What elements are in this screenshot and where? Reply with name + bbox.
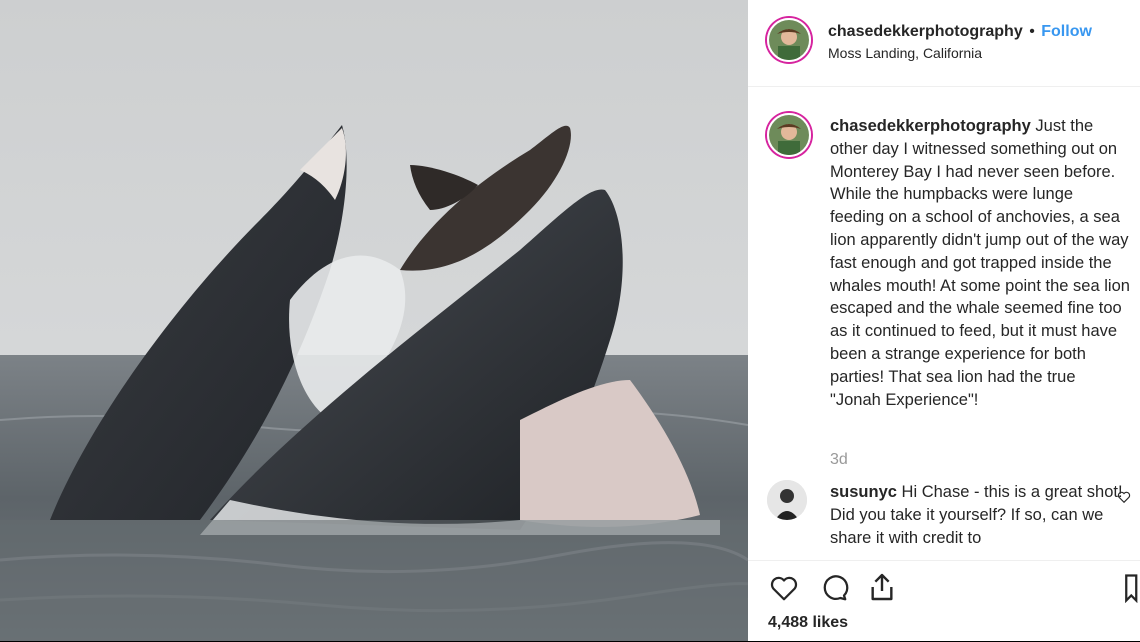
share-icon[interactable] [866, 571, 898, 603]
author-avatar-image [769, 20, 809, 60]
post-panel: chasedekkerphotography • Follow Moss Lan… [748, 0, 1140, 641]
comment-like-icon[interactable] [1117, 490, 1131, 504]
comment-username[interactable]: susunyc [830, 483, 897, 501]
header-title-row: chasedekkerphotography • Follow [828, 23, 1092, 41]
post-caption: chasedekkerphotography Just the other da… [830, 115, 1130, 411]
heart-icon[interactable] [768, 573, 800, 603]
post-photo[interactable] [0, 0, 748, 641]
caption-username[interactable]: chasedekkerphotography [830, 117, 1031, 135]
commenter-avatar[interactable] [767, 480, 807, 520]
comment-item: susunyc Hi Chase - this is a great shot!… [830, 481, 1130, 548]
likes-count[interactable]: 4,488 likes [768, 614, 848, 632]
post-time[interactable]: 3d [830, 451, 848, 469]
follow-button[interactable]: Follow [1041, 23, 1092, 40]
post-header: chasedekkerphotography • Follow Moss Lan… [748, 0, 1140, 87]
author-avatar[interactable] [767, 18, 811, 62]
caption-avatar-image [769, 115, 809, 155]
comment-icon[interactable] [818, 573, 850, 603]
commenter-avatar-image [767, 480, 807, 520]
caption-avatar[interactable] [767, 113, 811, 157]
whale-photo-image [0, 0, 748, 641]
header-separator: • [1029, 23, 1035, 40]
caption-text: Just the other day I witnessed something… [830, 117, 1130, 409]
post-location[interactable]: Moss Landing, California [828, 45, 982, 61]
author-username[interactable]: chasedekkerphotography [828, 23, 1023, 40]
save-icon[interactable] [1120, 573, 1140, 603]
